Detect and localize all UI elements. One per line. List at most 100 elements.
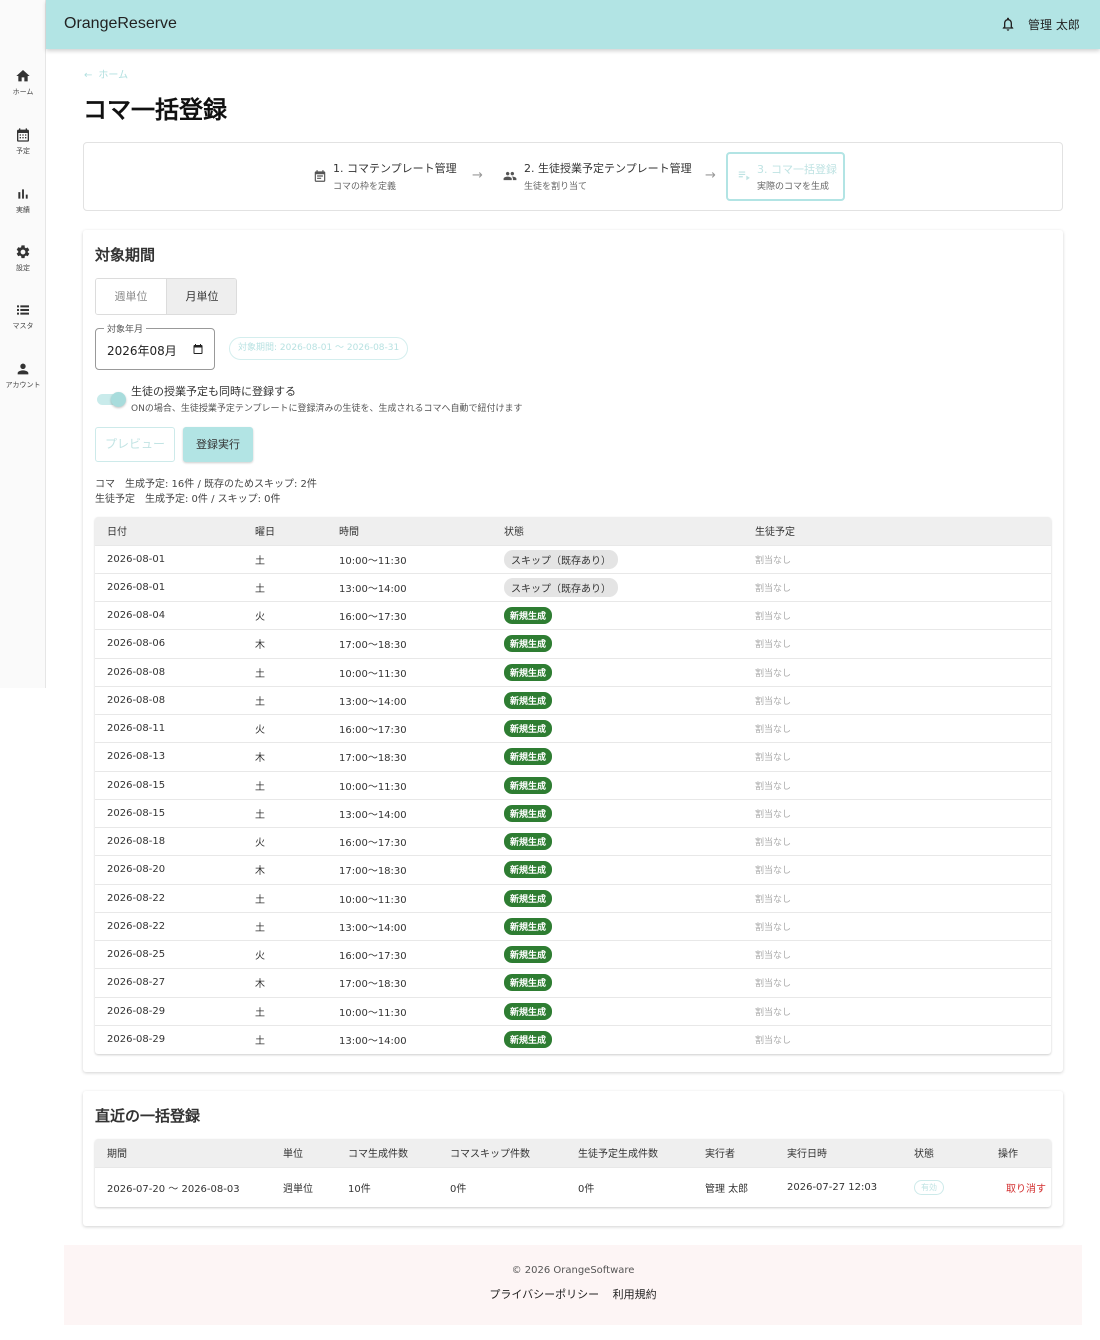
- bar-chart-icon: [18, 189, 28, 199]
- weekday-cell: 土: [243, 572, 327, 602]
- weekday-cell: 火: [243, 939, 327, 969]
- table-row: 2026-08-20 木 17:00〜18:30 新規生成 割当なし: [95, 855, 1051, 884]
- student-cell: 割当なし: [743, 572, 1051, 602]
- status-cell: 新規生成: [492, 826, 743, 856]
- student-assignment: 割当なし: [755, 696, 792, 707]
- status-cell: 新規生成: [492, 855, 743, 884]
- student-cell: 割当なし: [743, 883, 1051, 913]
- period-card: 対象期間 週単位 月単位 対象年月 2026年08月 対象期間: 2026-08…: [83, 230, 1063, 1072]
- sidebar-item-settings[interactable]: 設定: [0, 244, 46, 273]
- user-name[interactable]: 管理 太郎: [1028, 16, 1080, 33]
- table-row: 2026-08-27 木 17:00〜18:30 新規生成 割当なし: [95, 968, 1051, 997]
- sidebar-item-results[interactable]: 実績: [0, 186, 46, 215]
- back-link[interactable]: ← ホーム: [84, 66, 128, 81]
- table-row: 2026-08-22 土 10:00〜11:30 新規生成 割当なし: [95, 883, 1051, 913]
- status-badge: 新規生成: [504, 946, 553, 964]
- app-brand[interactable]: OrangeReserve: [64, 15, 177, 33]
- column-header: 単位: [271, 1139, 336, 1167]
- app-bar: OrangeReserve 管理 太郎: [46, 0, 1100, 49]
- sidebar-item-label: アカウント: [5, 381, 41, 389]
- date-cell: 2026-08-04: [95, 600, 243, 630]
- unit-toggle-group: 週単位 月単位: [95, 278, 237, 315]
- sidebar-item-label: 実績: [16, 206, 30, 214]
- step-bulk-register[interactable]: 3. コマ一括登録 実際のコマを生成: [726, 152, 845, 201]
- student-assignment: 割当なし: [755, 1007, 792, 1018]
- sidebar-item-home[interactable]: ホーム: [0, 68, 46, 97]
- privacy-link[interactable]: プライバシーポリシー: [489, 1288, 599, 1301]
- koma-created-cell: 10件: [336, 1166, 438, 1207]
- weekday-cell: 土: [243, 911, 327, 941]
- calendar-icon: [17, 128, 29, 142]
- step-koma-template[interactable]: 1. コマテンプレート管理 コマの枠を定義: [84, 143, 464, 212]
- student-assignment: 割当なし: [755, 838, 792, 849]
- period-range-chip: 対象期間: 2026-08-01 〜 2026-08-31: [229, 337, 409, 360]
- status-badge: スキップ（既存あり）: [504, 577, 618, 597]
- student-cell: 割当なし: [743, 826, 1051, 856]
- unit-month-toggle[interactable]: 月単位: [166, 279, 236, 314]
- time-cell: 17:00〜18:30: [327, 855, 492, 884]
- date-cell: 2026-08-29: [95, 996, 243, 1026]
- execute-button[interactable]: 登録実行: [183, 427, 253, 462]
- status-cell: 新規生成: [492, 968, 743, 997]
- calendar-icon[interactable]: [192, 343, 204, 355]
- back-link-label: ホーム: [98, 70, 129, 81]
- student-assignment: 割当なし: [755, 640, 792, 651]
- student-schedule-switch[interactable]: [97, 392, 127, 407]
- status-cell: 新規生成: [492, 713, 743, 743]
- student-summary: 生徒予定 生成予定: 0件 / スキップ: 0件: [95, 494, 281, 505]
- time-cell: 13:00〜14:00: [327, 1024, 492, 1054]
- status-badge: 新規生成: [504, 1002, 553, 1020]
- recent-card: 直近の一括登録 期間 単位 コマ生成件数 コマスキップ件数 生徒予定生成件数 実…: [83, 1091, 1063, 1226]
- status-badge: 新規生成: [504, 663, 553, 681]
- date-cell: 2026-08-22: [95, 883, 243, 913]
- student-cell: 割当なし: [743, 742, 1051, 771]
- status-cell: 新規生成: [492, 911, 743, 941]
- date-cell: 2026-08-01: [95, 572, 243, 602]
- preview-button[interactable]: プレビュー: [95, 427, 175, 462]
- student-cell: 割当なし: [743, 939, 1051, 969]
- table-row: 2026-08-01 土 10:00〜11:30 スキップ（既存あり） 割当なし: [95, 544, 1051, 574]
- cancel-link[interactable]: 取り消す: [1006, 1184, 1046, 1195]
- weekday-cell: 木: [243, 968, 327, 997]
- column-header: コマ生成件数: [336, 1139, 438, 1167]
- footer: © 2026 OrangeSoftware プライバシーポリシー 利用規約: [64, 1245, 1082, 1325]
- date-cell: 2026-08-08: [95, 685, 243, 715]
- column-header: 状態: [902, 1139, 986, 1167]
- action-cell: 取り消す: [986, 1166, 1051, 1207]
- status-badge: 新規生成: [504, 917, 553, 935]
- home-icon: [16, 70, 30, 82]
- switch-help-text: ONの場合、生徒授業予定テンプレートに登録済みの生徒を、生成されるコマへ自動で紐…: [131, 404, 523, 414]
- bell-icon[interactable]: [1000, 15, 1016, 33]
- step-student-template[interactable]: 2. 生徒授業予定テンプレート管理 生徒を割り当て: [494, 143, 704, 212]
- column-header: 状態: [492, 517, 743, 545]
- table-row: 2026-08-04 火 16:00〜17:30 新規生成 割当なし: [95, 600, 1051, 630]
- status-badge: 有効: [914, 1179, 944, 1195]
- date-cell: 2026-08-27: [95, 968, 243, 997]
- target-month-field[interactable]: 対象年月 2026年08月: [95, 322, 215, 370]
- weekday-cell: 土: [243, 544, 327, 574]
- status-cell: スキップ（既存あり）: [492, 572, 743, 602]
- time-cell: 16:00〜17:30: [327, 600, 492, 630]
- student-cell: 割当なし: [743, 911, 1051, 941]
- arrow-right-icon: →: [705, 168, 716, 183]
- column-header: 日付: [95, 517, 243, 545]
- time-cell: 17:00〜18:30: [327, 629, 492, 658]
- status-cell: 新規生成: [492, 629, 743, 658]
- table-header-row: 期間 単位 コマ生成件数 コマスキップ件数 生徒予定生成件数 実行者 実行日時 …: [95, 1139, 1051, 1167]
- terms-link[interactable]: 利用規約: [613, 1288, 657, 1301]
- unit-cell: 週単位: [271, 1166, 336, 1207]
- target-month-input[interactable]: 2026年08月: [107, 342, 177, 359]
- student-created-cell: 0件: [566, 1166, 693, 1207]
- sidebar-item-master[interactable]: マスタ: [0, 302, 46, 331]
- unit-week-toggle[interactable]: 週単位: [96, 279, 166, 314]
- sidebar-item-schedule[interactable]: 予定: [0, 127, 46, 156]
- time-cell: 16:00〜17:30: [327, 713, 492, 743]
- copyright: © 2026 OrangeSoftware: [511, 1265, 635, 1276]
- step-title: 3. コマ一括登録: [757, 163, 837, 176]
- time-cell: 13:00〜14:00: [327, 911, 492, 941]
- weekday-cell: 土: [243, 685, 327, 715]
- step-subtitle: 実際のコマを生成: [757, 182, 830, 192]
- sidebar-item-account[interactable]: アカウント: [0, 361, 46, 390]
- status-cell: 新規生成: [492, 939, 743, 969]
- student-cell: 割当なし: [743, 968, 1051, 997]
